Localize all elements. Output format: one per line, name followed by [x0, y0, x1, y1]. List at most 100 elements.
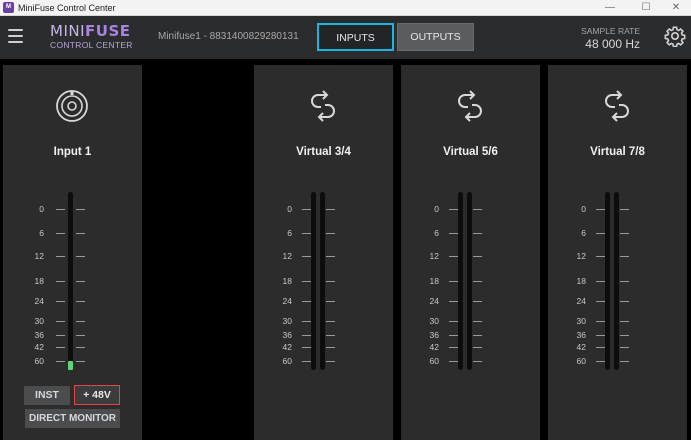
meter-scale-label: 12: [429, 251, 439, 261]
meter-scale-label: 24: [576, 296, 586, 306]
meter-scale-label: 36: [576, 330, 586, 340]
meter-scale-label: 18: [429, 276, 439, 286]
meter-scale-label: 60: [429, 356, 439, 366]
tab-outputs[interactable]: OUTPUTS: [397, 23, 474, 51]
meter-tick: [449, 256, 458, 257]
meter-tick: [620, 209, 629, 210]
meter-tick: [326, 209, 335, 210]
level-meter-track: [467, 192, 472, 370]
meter-tick: [473, 256, 482, 257]
meter-tick: [76, 301, 85, 302]
level-meter-track: [614, 192, 619, 370]
meter-tick: [596, 321, 605, 322]
meter-tick: [56, 335, 65, 336]
meter-tick: [56, 209, 65, 210]
meter-tick: [76, 321, 85, 322]
tab-inputs[interactable]: INPUTS: [317, 23, 394, 51]
channel-name: Input 1: [53, 146, 92, 158]
channel-name: Virtual 7/8: [590, 146, 645, 158]
meter-tick: [76, 335, 85, 336]
maximize-button[interactable]: ☐: [631, 0, 661, 16]
meter-tick: [449, 233, 458, 234]
hamburger-menu-icon[interactable]: [8, 29, 23, 43]
sample-rate-label: SAMPLE RATE: [581, 26, 640, 36]
loopback-icon: [605, 90, 629, 122]
level-meter-track: [67, 192, 73, 370]
meter-tick: [326, 233, 335, 234]
meter-tick: [326, 301, 335, 302]
meter-tick: [596, 209, 605, 210]
meter-scale-label: 30: [34, 316, 44, 326]
xlr-combo-jack-icon: [56, 90, 88, 122]
gear-icon[interactable]: [664, 25, 686, 47]
meter-tick: [620, 335, 629, 336]
meter-tick: [76, 347, 85, 348]
meter-tick: [620, 281, 629, 282]
meter-tick: [596, 361, 605, 362]
meter-tick: [56, 281, 65, 282]
meter-scale-label: 6: [287, 228, 292, 238]
meter-tick: [302, 361, 311, 362]
meter-tick: [302, 321, 311, 322]
meter-tick: [596, 335, 605, 336]
meter-scale-label: 42: [282, 342, 292, 352]
meter-tick: [302, 347, 311, 348]
meter-scale-label: 18: [576, 276, 586, 286]
level-meter-fill: [67, 361, 73, 370]
meter-tick: [56, 321, 65, 322]
sample-rate-value: 48 000 Hz: [585, 37, 640, 51]
meter-tick: [473, 335, 482, 336]
inst-button[interactable]: INST: [24, 386, 70, 405]
meter-tick: [449, 347, 458, 348]
meter-scale-label: 6: [581, 228, 586, 238]
meter-tick: [302, 256, 311, 257]
meter-tick: [449, 209, 458, 210]
meter-tick: [473, 361, 482, 362]
meter-tick: [473, 233, 482, 234]
meter-tick: [56, 301, 65, 302]
minimize-button[interactable]: —: [595, 0, 625, 16]
meter-scale-label: 30: [576, 316, 586, 326]
meter-tick: [620, 233, 629, 234]
meter-tick: [473, 301, 482, 302]
meter-tick: [596, 281, 605, 282]
meter-tick: [473, 321, 482, 322]
meter-tick: [620, 321, 629, 322]
meter-scale-label: 60: [576, 356, 586, 366]
meter-scale-label: 12: [576, 251, 586, 261]
meter-tick: [473, 281, 482, 282]
loopback-icon: [458, 90, 482, 122]
meter-tick: [302, 301, 311, 302]
logo-subtitle: CONTROL CENTER: [50, 40, 133, 50]
meter-tick: [620, 256, 629, 257]
loopback-icon: [311, 90, 335, 122]
meter-scale-label: 42: [429, 342, 439, 352]
meter-tick: [56, 256, 65, 257]
meter-scale-label: 60: [282, 356, 292, 366]
meter-tick: [620, 301, 629, 302]
meter-scale-label: 6: [39, 228, 44, 238]
meter-tick: [596, 233, 605, 234]
meter-tick: [302, 281, 311, 282]
meter-tick: [56, 361, 65, 362]
level-meter-track: [320, 192, 325, 370]
title-bar: M MiniFuse Control Center — ☐ ✕: [0, 0, 691, 16]
meter-tick: [76, 361, 85, 362]
meter-tick: [302, 233, 311, 234]
meter-tick: [326, 321, 335, 322]
channel-name: Virtual 5/6: [443, 146, 498, 158]
meter-tick: [596, 256, 605, 257]
level-meter-track: [311, 192, 316, 370]
direct-monitor-button[interactable]: DIRECT MONITOR: [25, 409, 120, 428]
meter-scale-label: 24: [282, 296, 292, 306]
close-button[interactable]: ✕: [661, 0, 691, 16]
meter-tick: [620, 361, 629, 362]
phantom-power-button[interactable]: + 48V: [74, 385, 120, 405]
meter-tick: [56, 347, 65, 348]
meter-tick: [449, 301, 458, 302]
meter-tick: [76, 256, 85, 257]
meter-tick: [596, 301, 605, 302]
meter-scale-label: 36: [282, 330, 292, 340]
meter-scale-label: 18: [282, 276, 292, 286]
meter-tick: [302, 209, 311, 210]
